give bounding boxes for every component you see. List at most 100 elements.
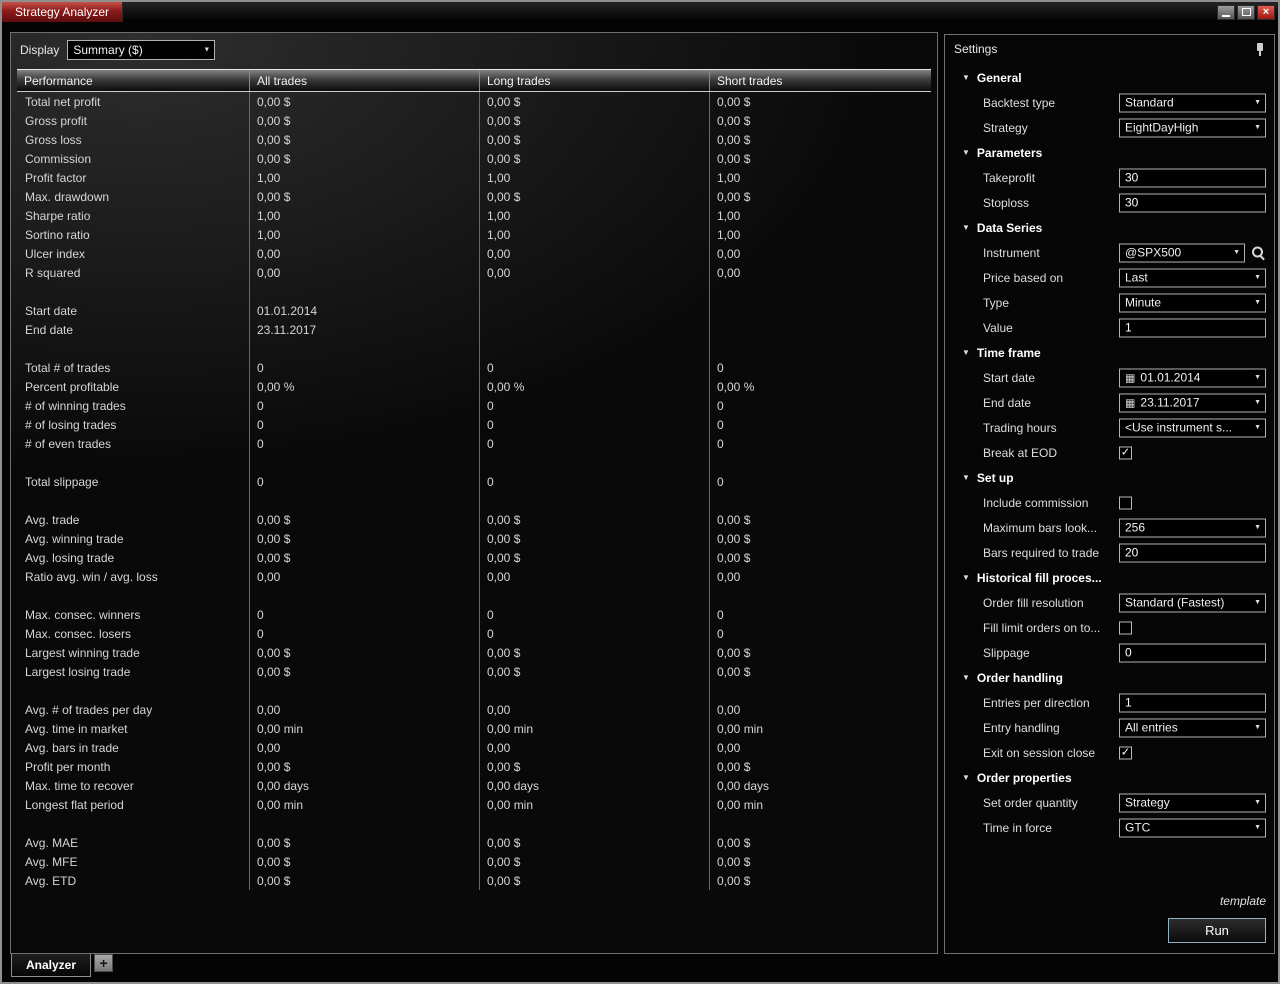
search-icon[interactable] xyxy=(1251,245,1266,260)
display-dropdown[interactable]: Summary ($) ▼ xyxy=(67,40,216,60)
maximum-bars-look-dropdown[interactable]: 256 ▼ xyxy=(1119,518,1266,537)
tab-analyzer[interactable]: Analyzer xyxy=(11,954,92,977)
section-header-set-up[interactable]: ▼ Set up xyxy=(953,465,1266,490)
slippage-input[interactable]: 0 xyxy=(1119,643,1266,662)
table-row-max-consec-winners: Max. consec. winners 0 0 0 xyxy=(17,605,931,624)
table-row-gross-profit: Gross profit 0,00 $0,00 $0,00 $ xyxy=(17,111,931,130)
section-header-data-series[interactable]: ▼ Data Series xyxy=(953,215,1266,240)
metric-value: 0,00 $ xyxy=(249,92,479,111)
strategy-dropdown[interactable]: EightDayHigh ▼ xyxy=(1119,118,1266,137)
metric-value xyxy=(709,814,931,833)
display-label: Display xyxy=(20,43,60,57)
metric-value: 0,00 min xyxy=(709,719,931,738)
setting-label: Start date xyxy=(983,370,1036,385)
order-fill-resolution-dropdown[interactable]: Standard (Fastest) ▼ xyxy=(1119,593,1266,612)
instrument-dropdown[interactable]: @SPX500 ▼ xyxy=(1119,243,1245,262)
bars-required-to-trade-input[interactable]: 20 xyxy=(1119,543,1266,562)
metric-value: 0,00 $ xyxy=(479,111,709,130)
table-row-profit-per-month: Profit per month 0,00 $0,00 $0,00 $ xyxy=(17,757,931,776)
collapse-arrow-icon: ▼ xyxy=(962,148,970,157)
analyzer-panel: Display Summary ($) ▼ Performance All tra… xyxy=(10,32,938,954)
setting-label: Slippage xyxy=(983,645,1030,660)
chevron-down-icon: ▼ xyxy=(1254,374,1261,381)
table-row-ratio-avg-win-avg-loss: Ratio avg. win / avg. loss 0,00 0,00 0,00 xyxy=(17,567,931,586)
metric-value: 0,00 $ xyxy=(249,852,479,871)
set-order-quantity-dropdown[interactable]: Strategy ▼ xyxy=(1119,793,1266,812)
section-header-historical-fill-proces[interactable]: ▼ Historical fill proces... xyxy=(953,565,1266,590)
setting-control: @SPX500 ▼ xyxy=(1119,243,1266,262)
backtest-type-dropdown[interactable]: Standard ▼ xyxy=(1119,93,1266,112)
table-row-longest-flat-period: Longest flat period 0,00 min 0,00 min 0,00 … xyxy=(17,795,931,814)
column-header-short-trades: Short trades xyxy=(709,70,931,91)
chevron-down-icon: ▼ xyxy=(1254,799,1261,806)
metric-value: 0 xyxy=(709,358,931,377)
start-date-dropdown[interactable]: ▦ 01.01.2014 ▼ xyxy=(1119,368,1266,387)
metric-value: 0,00 $ xyxy=(479,149,709,168)
section-header-order-properties[interactable]: ▼ Order properties xyxy=(953,765,1266,790)
fill-limit-orders-on-to-checkbox[interactable] xyxy=(1119,621,1132,634)
metric-value: 0,00 xyxy=(249,700,479,719)
entries-per-direction-input[interactable]: 1 xyxy=(1119,693,1266,712)
setting-control: ▦ 01.01.2014 ▼ xyxy=(1119,368,1266,387)
selected-value: GTC xyxy=(1125,820,1151,835)
end-date-dropdown[interactable]: ▦ 23.11.2017 ▼ xyxy=(1119,393,1266,412)
pin-icon[interactable] xyxy=(1255,42,1265,57)
chevron-down-icon: ▼ xyxy=(1254,424,1261,431)
break-at-eod-checkbox[interactable]: ✓ xyxy=(1119,446,1132,459)
metric-label: Avg. ETD xyxy=(25,873,77,888)
table-row-percent-profitable: Percent profitable 0,00 % 0,00 % 0,00 % xyxy=(17,377,931,396)
metric-label xyxy=(17,586,249,605)
collapse-arrow-icon: ▼ xyxy=(962,773,970,782)
trading-hours-dropdown[interactable]: <Use instrument s... ▼ xyxy=(1119,418,1266,437)
section-header-order-handling[interactable]: ▼ Order handling xyxy=(953,665,1266,690)
template-label[interactable]: template xyxy=(1220,894,1266,908)
setting-row-takeprofit: Takeprofit 30 xyxy=(953,165,1266,190)
add-tab-button[interactable]: + xyxy=(94,954,114,972)
metric-value: 0,00 $ xyxy=(479,187,709,206)
metric-value: 0 xyxy=(479,415,709,434)
takeprofit-input[interactable]: 30 xyxy=(1119,168,1266,187)
metric-label: Max. drawdown xyxy=(25,189,110,204)
setting-label: Fill limit orders on to... xyxy=(983,620,1101,635)
run-button[interactable]: Run xyxy=(1168,918,1266,943)
metric-label xyxy=(17,491,249,510)
setting-control: 20 xyxy=(1119,543,1266,562)
setting-row-maximum-bars-look: Maximum bars look... 256 ▼ xyxy=(953,515,1266,540)
restore-button[interactable] xyxy=(1237,4,1255,20)
metric-value: 0 xyxy=(709,624,931,643)
section-header-parameters[interactable]: ▼ Parameters xyxy=(953,140,1266,165)
selected-value: 23.11.2017 xyxy=(1140,395,1200,410)
minimize-button[interactable] xyxy=(1217,4,1235,20)
table-row-profit-factor: Profit factor 1,00 1,00 1,00 xyxy=(17,168,931,187)
stoploss-input[interactable]: 30 xyxy=(1119,193,1266,212)
metric-value: 0,00 xyxy=(479,263,709,282)
time-in-force-dropdown[interactable]: GTC ▼ xyxy=(1119,818,1266,837)
exit-on-session-close-checkbox[interactable]: ✓ xyxy=(1119,746,1132,759)
value-input[interactable]: 1 xyxy=(1119,318,1266,337)
metric-value: 0,00 xyxy=(479,244,709,263)
tab-bar: Analyzer + xyxy=(11,954,114,977)
metric-value: 0,00 $ xyxy=(249,833,479,852)
chevron-down-icon: ▼ xyxy=(203,46,211,54)
close-button[interactable]: × xyxy=(1257,4,1275,20)
metric-value: 0,00 min xyxy=(479,795,709,814)
metric-label: Largest losing trade xyxy=(25,664,131,679)
price-based-on-dropdown[interactable]: Last ▼ xyxy=(1119,268,1266,287)
setting-label: Time in force xyxy=(983,820,1052,835)
metric-value xyxy=(249,681,479,700)
section-header-time-frame[interactable]: ▼ Time frame xyxy=(953,340,1266,365)
metric-value: 0,00 $ xyxy=(249,529,479,548)
setting-label: Type xyxy=(983,295,1010,310)
metric-value: 0,00 min xyxy=(479,719,709,738)
calendar-icon: ▦ xyxy=(1125,372,1136,384)
table-row-avg-losing-trade: Avg. losing trade 0,00 $0,00 $0,00 $ xyxy=(17,548,931,567)
setting-control: Minute ▼ xyxy=(1119,293,1266,312)
include-commission-checkbox[interactable] xyxy=(1119,496,1132,509)
setting-control: All entries ▼ xyxy=(1119,718,1266,737)
section-header-general[interactable]: ▼ General xyxy=(953,65,1266,90)
metric-value: 0 xyxy=(479,358,709,377)
metric-value: 0,00 xyxy=(249,244,479,263)
entry-handling-dropdown[interactable]: All entries ▼ xyxy=(1119,718,1266,737)
type-dropdown[interactable]: Minute ▼ xyxy=(1119,293,1266,312)
metric-value: 0,00 $ xyxy=(709,757,931,776)
